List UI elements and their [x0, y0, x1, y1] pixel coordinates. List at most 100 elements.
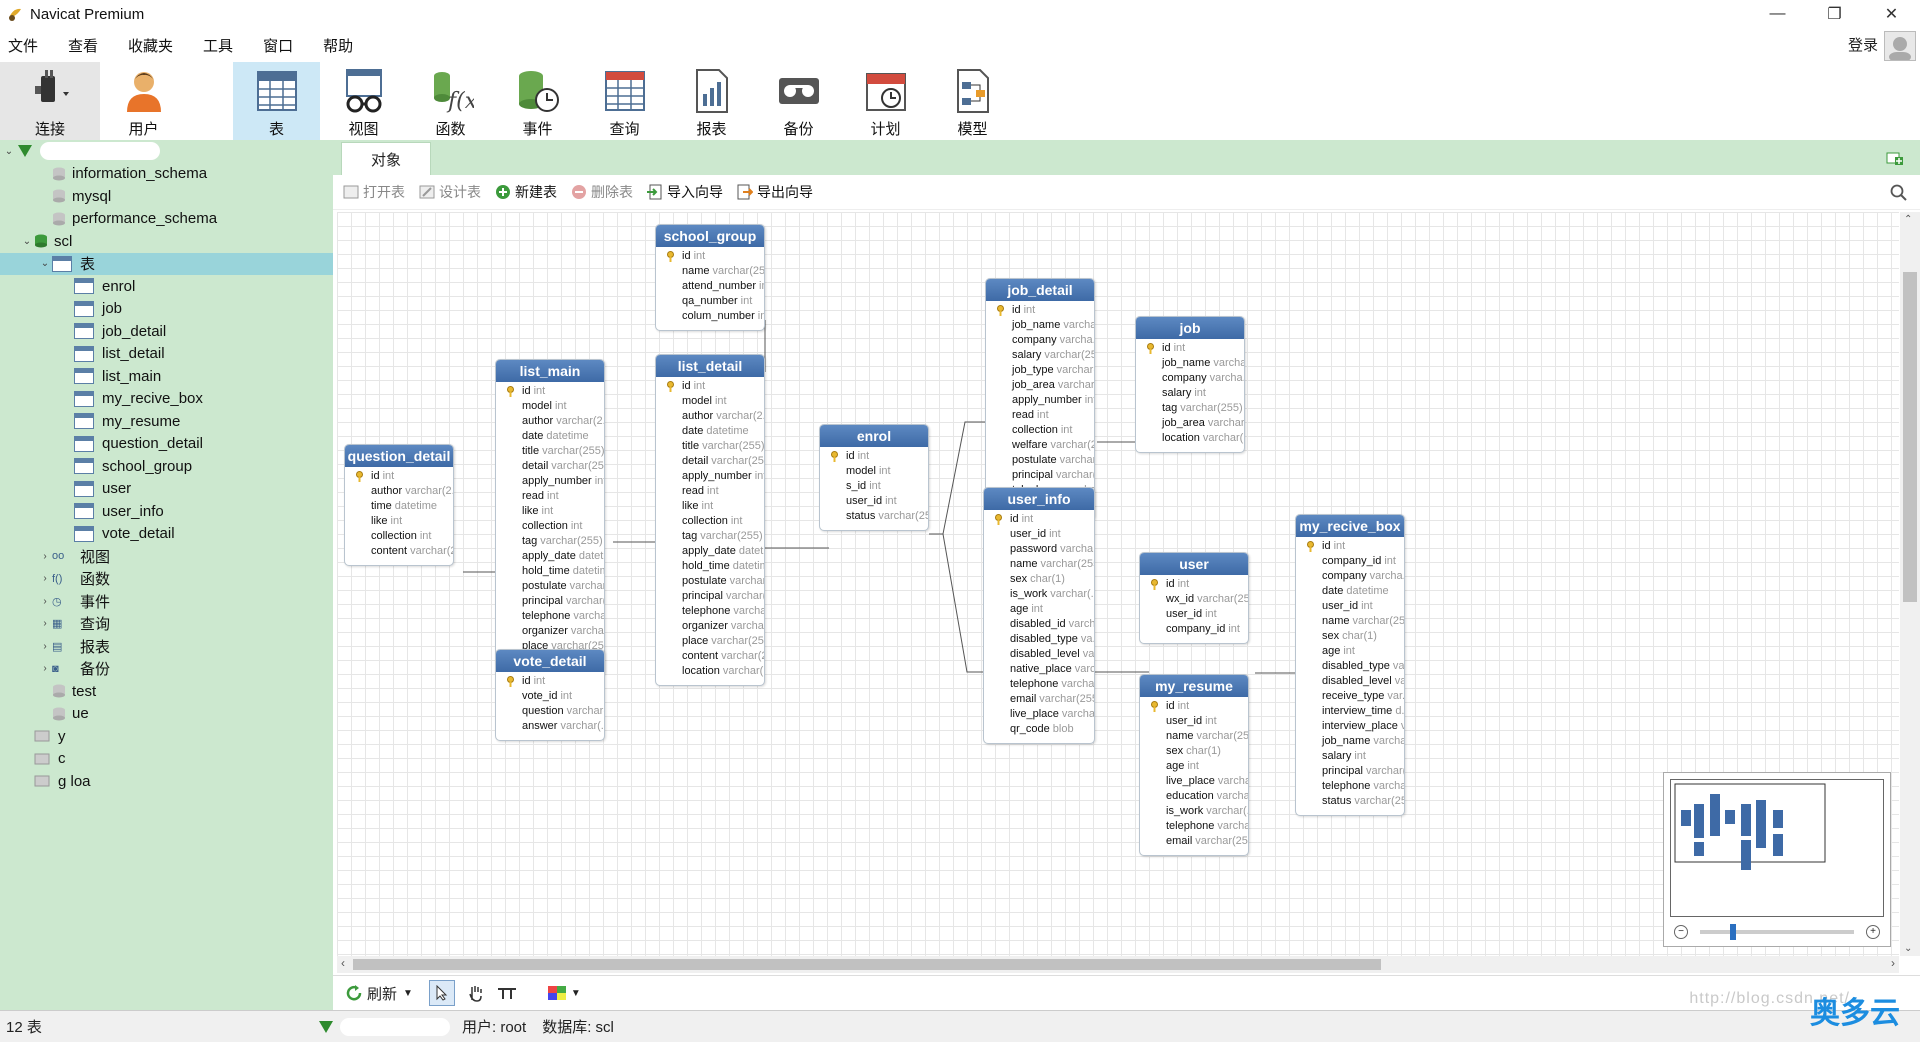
entity-job-detail[interactable]: job_detailidintjob_namevarcha... companyv… — [985, 278, 1095, 520]
toolbar-connection-button[interactable]: 连接 — [0, 62, 100, 140]
expand-icon[interactable]: › — [38, 596, 52, 607]
refresh-button[interactable]: 刷新 ▼ — [345, 983, 413, 1004]
table-item-school_group[interactable]: school_group — [0, 455, 333, 478]
toolbar-backup-button[interactable]: 备份 — [755, 62, 842, 140]
group-item[interactable]: › ◷ 事件 — [0, 590, 333, 613]
zoom-slider[interactable] — [1700, 924, 1854, 940]
entity-user[interactable]: user idintwx_idvarchar(255) user_idintcomp… — [1139, 552, 1249, 644]
menu-help[interactable]: 帮助 — [312, 35, 364, 56]
pointer-tool-button[interactable] — [428, 980, 455, 1006]
close-button[interactable]: ✕ — [1863, 0, 1920, 28]
table-item-user_info[interactable]: user_info — [0, 500, 333, 523]
zoom-out-icon[interactable]: − — [1674, 925, 1688, 939]
database-item[interactable]: performance_schema — [0, 208, 333, 231]
overview-viewport[interactable] — [1670, 779, 1884, 917]
table-item-job[interactable]: job — [0, 298, 333, 321]
group-item[interactable]: › ◙ 备份 — [0, 658, 333, 681]
menu-tools[interactable]: 工具 — [192, 35, 244, 56]
entity-school-group[interactable]: school_groupidintnamevarchar(255) attend_… — [655, 224, 765, 331]
entity-list-detail[interactable]: list_detailidintmodelint authorvarchar(2.… — [655, 354, 765, 686]
group-item[interactable]: › f() 函数 — [0, 568, 333, 591]
entity-enrol[interactable]: enrol id int model int s_id int user_id int statu… — [819, 424, 929, 531]
tables-group[interactable]: ⌄ 表 — [0, 252, 333, 275]
horizontal-scroll-thumb[interactable] — [353, 959, 1381, 970]
toolbar-event-button[interactable]: 事件 — [494, 62, 581, 140]
menu-favorites[interactable]: 收藏夹 — [117, 35, 184, 56]
new-table-button[interactable]: 新建表 — [495, 182, 557, 202]
primary-key-icon — [1147, 343, 1154, 354]
collapse-icon[interactable]: ⌄ — [38, 258, 52, 269]
entity-user-info[interactable]: user_infoidintuser_idint passwordvarcha..… — [983, 487, 1095, 744]
tab-objects[interactable]: 对象 — [341, 142, 431, 175]
entity-field: questionvarchar(... — [522, 705, 604, 717]
collapse-icon[interactable]: ⌄ — [20, 236, 34, 247]
table-item-vote_detail[interactable]: vote_detail — [0, 523, 333, 546]
avatar[interactable] — [1884, 31, 1916, 61]
table-item-enrol[interactable]: enrol — [0, 275, 333, 298]
horizontal-scrollbar[interactable]: ‹ › — [337, 956, 1899, 973]
table-item-list_main[interactable]: list_main — [0, 365, 333, 388]
vertical-scrollbar[interactable]: ⌃ ⌄ — [1900, 212, 1920, 956]
connection-item[interactable]: c — [0, 748, 333, 771]
delete-table-button[interactable]: 删除表 — [571, 182, 633, 202]
table-item-my_recive_box[interactable]: my_recive_box — [0, 388, 333, 411]
toolbar-report-button[interactable]: 报表 — [668, 62, 755, 140]
connection-item[interactable]: y — [0, 725, 333, 748]
group-item[interactable]: › oo 视图 — [0, 545, 333, 568]
entity-question-detail[interactable]: question_detailidintauthorvarchar(2... ti… — [344, 444, 454, 566]
expand-icon[interactable]: › — [38, 663, 52, 674]
zoom-slider-thumb[interactable] — [1730, 924, 1736, 940]
new-tab-icon[interactable] — [1886, 150, 1904, 166]
group-item[interactable]: › ▤ 报表 — [0, 635, 333, 658]
toolbar-function-button[interactable]: f(x) 函数 — [407, 62, 494, 140]
entity-vote-detail[interactable]: vote_detail id int vote_id int question varcha… — [495, 649, 605, 741]
database-item[interactable]: ue — [0, 703, 333, 726]
toolbar-model-button[interactable]: 模型 — [929, 62, 1016, 140]
zoom-in-icon[interactable]: + — [1866, 925, 1880, 939]
toolbar-user-button[interactable]: 用户 — [100, 62, 187, 140]
toolbar-view-button[interactable]: 视图 — [320, 62, 407, 140]
entity-my-recive-box[interactable]: my_recive_box id int company_id int company va… — [1295, 514, 1405, 816]
entity-field: id int — [656, 249, 764, 264]
collapse-icon[interactable]: ⌄ — [2, 146, 16, 157]
connection-item[interactable]: g loa — [0, 770, 333, 793]
menu-view[interactable]: 查看 — [57, 35, 109, 56]
toolbar-schedule-button[interactable]: 计划 — [842, 62, 929, 140]
group-item[interactable]: › ▦ 查询 — [0, 613, 333, 636]
expand-icon[interactable]: › — [38, 551, 52, 562]
open-table-button[interactable]: 打开表 — [343, 182, 405, 202]
table-item-list_detail[interactable]: list_detail — [0, 343, 333, 366]
expand-icon[interactable]: › — [38, 573, 52, 584]
minimize-button[interactable]: — — [1749, 0, 1806, 28]
login-link[interactable]: 登录 — [1848, 34, 1878, 55]
database-item[interactable]: test — [0, 680, 333, 703]
toolbar-table-button[interactable]: 表 — [233, 62, 320, 140]
connection-root[interactable]: ⌄ — [0, 140, 333, 163]
table-item-user[interactable]: user — [0, 478, 333, 501]
vertical-scroll-thumb[interactable] — [1903, 272, 1917, 602]
entity-field: native_placevarc... — [1010, 663, 1094, 675]
import-wizard-button[interactable]: 导入向导 — [647, 182, 723, 202]
layout-tool-button[interactable] — [497, 985, 517, 1001]
database-item[interactable]: information_schema — [0, 163, 333, 186]
color-tool-button[interactable]: ▼ — [547, 985, 581, 1001]
menu-file[interactable]: 文件 — [0, 35, 49, 56]
expand-icon[interactable]: › — [38, 618, 52, 629]
database-item[interactable]: mysql — [0, 185, 333, 208]
entity-job[interactable]: job idintjob_namevarcha... companyvarcha..… — [1135, 316, 1245, 453]
database-scl[interactable]: ⌄ scl — [0, 230, 333, 253]
diagram-overview[interactable]: − + — [1663, 772, 1891, 947]
design-table-button[interactable]: 设计表 — [419, 182, 481, 202]
menu-window[interactable]: 窗口 — [252, 35, 304, 56]
toolbar-query-button[interactable]: 查询 — [581, 62, 668, 140]
hand-tool-button[interactable] — [467, 984, 485, 1002]
table-item-my_resume[interactable]: my_resume — [0, 410, 333, 433]
table-item-job_detail[interactable]: job_detail — [0, 320, 333, 343]
restore-button[interactable]: ❐ — [1806, 0, 1863, 28]
expand-icon[interactable]: › — [38, 641, 52, 652]
export-wizard-button[interactable]: 导出向导 — [737, 182, 813, 202]
entity-list-main[interactable]: list_mainidintmodelint authorvarchar(2...… — [495, 359, 605, 676]
entity-my-resume[interactable]: my_resumeidintuser_idint namevarchar(255)… — [1139, 674, 1249, 856]
table-item-question_detail[interactable]: question_detail — [0, 433, 333, 456]
search-icon[interactable] — [1890, 184, 1908, 202]
